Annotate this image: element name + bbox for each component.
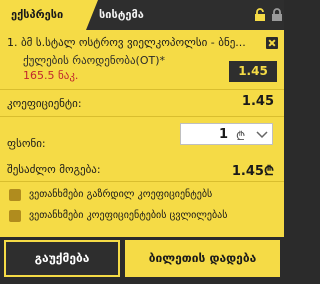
checkbox-label: ვეთანხმები კოეფიციენტების ცვლილებას (29, 210, 228, 221)
coefficient-label: კოეფიციენტი: (7, 97, 82, 110)
stake-input[interactable]: 1 ₾ (180, 123, 273, 145)
tab-separator (86, 0, 98, 30)
cancel-button[interactable]: გაუქმება (4, 240, 120, 277)
locked-icon[interactable] (271, 8, 283, 22)
stake-value: 1 (219, 127, 229, 142)
checkbox-odds-change[interactable] (9, 210, 21, 222)
checkbox-increased-odds[interactable] (9, 189, 21, 201)
possible-win-value: 1.45₾ (231, 164, 274, 179)
betslip-tabs: ექსპრესი სისტემა (0, 0, 284, 30)
betslip-panel: 1. ბმ ს.სტალ ოსტროვ ვიელკოპოლსი - ბნე...… (0, 30, 284, 237)
bet-item: 1. ბმ ს.სტალ ოსტროვ ვიელკოპოლსი - ბნე...… (0, 30, 284, 90)
bet-market: ქულების რაოდენობა(OT)* (23, 54, 166, 67)
possible-win-label: შესაძლო მოგება: (7, 163, 101, 176)
place-bet-button[interactable]: ბილეთის დადება (125, 240, 280, 277)
betslip-footer: გაუქმება ბილეთის დადება (0, 237, 284, 284)
currency-icon: ₾ (236, 129, 246, 143)
divider (0, 116, 284, 117)
close-icon[interactable] (266, 37, 278, 49)
divider (0, 181, 284, 182)
checkbox-label: ვეთანხმები გაზრდილ კოეფიციენტებს (29, 189, 213, 200)
stake-label: ფსონი: (7, 137, 46, 150)
chevron-down-icon[interactable] (256, 129, 268, 139)
unlocked-icon[interactable] (254, 8, 268, 22)
bet-stake-amount: 165.5 ნაკ. (23, 69, 79, 82)
bet-odd: 1.45 (229, 61, 277, 82)
bet-title: 1. ბმ ს.სტალ ოსტროვ ვიელკოპოლსი - ბნე... (7, 36, 246, 49)
tab-system[interactable]: სისტემა (99, 0, 144, 30)
tab-express[interactable]: ექსპრესი (0, 0, 86, 30)
coefficient-value: 1.45 (241, 94, 274, 109)
